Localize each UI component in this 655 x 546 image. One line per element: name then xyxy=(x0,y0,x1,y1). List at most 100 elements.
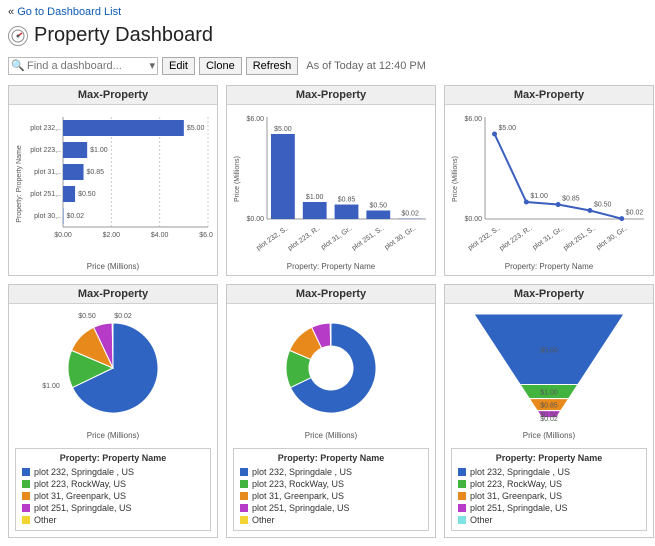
svg-text:plot 232, S..: plot 232, S.. xyxy=(255,225,290,252)
breadcrumb: « Go to Dashboard List xyxy=(0,0,655,20)
svg-text:$0.50: $0.50 xyxy=(594,202,612,209)
svg-text:$1.00: $1.00 xyxy=(530,193,548,200)
panel-title: Max-Property xyxy=(227,86,435,105)
donut-chart: Price (Millions) xyxy=(227,304,435,444)
panel-title: Max-Property xyxy=(445,86,653,105)
page-title: Property Dashboard xyxy=(34,24,213,47)
svg-text:$0.00: $0.00 xyxy=(464,216,482,223)
dashboard-search[interactable]: 🔍 ▾ xyxy=(8,57,158,75)
legend-item: plot 251, Springdale, US xyxy=(22,502,204,514)
svg-text:$5.00: $5.00 xyxy=(540,347,558,354)
svg-text:$5.00: $5.00 xyxy=(187,125,205,132)
legend: Property: Property Nameplot 232, Springd… xyxy=(233,448,429,531)
svg-text:plot 251,..: plot 251,.. xyxy=(30,191,61,198)
legend-swatch xyxy=(22,492,30,500)
legend-label: plot 251, Springdale, US xyxy=(470,502,568,514)
legend-swatch xyxy=(22,480,30,488)
legend-item: plot 251, Springdale, US xyxy=(458,502,640,514)
svg-text:plot 30, Gr..: plot 30, Gr.. xyxy=(384,225,418,252)
svg-text:plot 30,..: plot 30,.. xyxy=(34,213,61,220)
dashboard-grid: Max-Property Property: Property Name $0.0… xyxy=(0,85,655,546)
svg-text:$1.00: $1.00 xyxy=(306,194,324,201)
legend-item: plot 232, Springdale , US xyxy=(458,466,640,478)
svg-text:$0.85: $0.85 xyxy=(540,403,558,410)
legend-label: plot 251, Springdale, US xyxy=(34,502,132,514)
legend-label: plot 223, RockWay, US xyxy=(34,478,126,490)
legend-item: Other xyxy=(458,514,640,526)
legend-swatch xyxy=(458,504,466,512)
edit-button[interactable]: Edit xyxy=(162,57,195,75)
legend-item: plot 223, RockWay, US xyxy=(22,478,204,490)
legend-label: plot 223, RockWay, US xyxy=(252,478,344,490)
pie-chart: $0.50$0.02$1.00 Price (Millions) xyxy=(9,304,217,444)
legend-item: plot 223, RockWay, US xyxy=(240,478,422,490)
legend-label: plot 31, Greenpark, US xyxy=(34,490,126,502)
svg-text:$6.00: $6.00 xyxy=(464,116,482,123)
vbar-chart: Price (Millions) $0.00 $6.00 $5.00 plot 232,… xyxy=(227,105,435,275)
chevron-down-icon[interactable]: ▾ xyxy=(149,59,155,72)
svg-text:$0.50: $0.50 xyxy=(370,203,388,210)
svg-text:plot 223, R..: plot 223, R.. xyxy=(499,225,534,252)
svg-text:Property: Property Name: Property: Property Name xyxy=(16,145,23,223)
search-input[interactable] xyxy=(8,57,158,75)
clone-button[interactable]: Clone xyxy=(199,57,242,75)
legend-title: Property: Property Name xyxy=(458,453,640,463)
panel-title: Max-Property xyxy=(227,285,435,304)
legend-label: plot 31, Greenpark, US xyxy=(470,490,562,502)
svg-text:$0.85: $0.85 xyxy=(338,197,356,204)
svg-text:$0.50: $0.50 xyxy=(78,191,96,198)
svg-text:$0.00: $0.00 xyxy=(246,216,264,223)
legend-item: plot 31, Greenpark, US xyxy=(458,490,640,502)
svg-text:plot 232,..: plot 232,.. xyxy=(30,125,61,132)
x-axis-label: Price (Millions) xyxy=(449,431,649,440)
legend: Property: Property Nameplot 232, Springd… xyxy=(15,448,211,531)
svg-text:$0.02: $0.02 xyxy=(626,210,644,217)
legend-item: plot 251, Springdale, US xyxy=(240,502,422,514)
legend-item: plot 31, Greenpark, US xyxy=(22,490,204,502)
svg-text:plot 31, Gr..: plot 31, Gr.. xyxy=(320,225,354,252)
legend-swatch xyxy=(240,516,248,524)
svg-text:$1.00: $1.00 xyxy=(42,383,60,390)
svg-text:plot 232, S..: plot 232, S.. xyxy=(467,225,502,252)
svg-text:Price (Millions): Price (Millions) xyxy=(234,156,241,202)
svg-text:$0.50: $0.50 xyxy=(78,313,96,320)
refresh-button[interactable]: Refresh xyxy=(246,57,299,75)
legend-label: plot 31, Greenpark, US xyxy=(252,490,344,502)
legend: Property: Property Name plot 232, Springd… xyxy=(451,448,647,531)
legend-label: Other xyxy=(34,514,57,526)
legend-label: plot 251, Springdale, US xyxy=(252,502,350,514)
legend-swatch xyxy=(22,468,30,476)
legend-swatch xyxy=(240,480,248,488)
legend-label: Other xyxy=(470,514,493,526)
panel-hbar: Max-Property Property: Property Name $0.0… xyxy=(8,85,218,276)
legend-label: plot 223, RockWay, US xyxy=(470,478,562,490)
funnel-chart: $5.00$1.00$0.85$0.50$0.02 Price (Million… xyxy=(445,304,653,444)
search-icon: 🔍 xyxy=(11,59,25,72)
legend-swatch xyxy=(22,504,30,512)
svg-text:$4.00: $4.00 xyxy=(151,232,169,239)
x-axis-label: Property: Property Name xyxy=(449,262,649,271)
back-link[interactable]: Go to Dashboard List xyxy=(17,6,121,18)
svg-text:$0.00: $0.00 xyxy=(54,232,72,239)
legend-label: plot 232, Springdale , US xyxy=(470,466,570,478)
legend-title: Property: Property Name xyxy=(22,453,204,463)
panel-vbar: Max-Property Price (Millions) $0.00 $6.00 $… xyxy=(226,85,436,276)
legend-swatch xyxy=(458,492,466,500)
legend-item: plot 223, RockWay, US xyxy=(458,478,640,490)
line-chart: Price (Millions)$0.00$6.00$5.00plot 232,… xyxy=(445,105,653,275)
legend-title: Property: Property Name xyxy=(240,453,422,463)
svg-text:plot 251, S..: plot 251, S.. xyxy=(562,225,597,252)
legend-swatch xyxy=(240,468,248,476)
panel-title: Max-Property xyxy=(9,285,217,304)
panel-title: Max-Property xyxy=(445,285,653,304)
svg-text:$5.00: $5.00 xyxy=(274,126,292,133)
x-axis-label: Price (Millions) xyxy=(231,431,431,440)
svg-text:plot 251, S..: plot 251, S.. xyxy=(351,225,386,252)
panel-funnel: Max-Property $5.00$1.00$0.85$0.50$0.02 P… xyxy=(444,284,654,538)
svg-text:$5.00: $5.00 xyxy=(499,125,517,132)
svg-text:$6.00: $6.00 xyxy=(246,116,264,123)
svg-text:$1.00: $1.00 xyxy=(540,390,558,397)
svg-text:plot 31,..: plot 31,.. xyxy=(34,169,61,176)
legend-item: Other xyxy=(240,514,422,526)
panel-title: Max-Property xyxy=(9,86,217,105)
